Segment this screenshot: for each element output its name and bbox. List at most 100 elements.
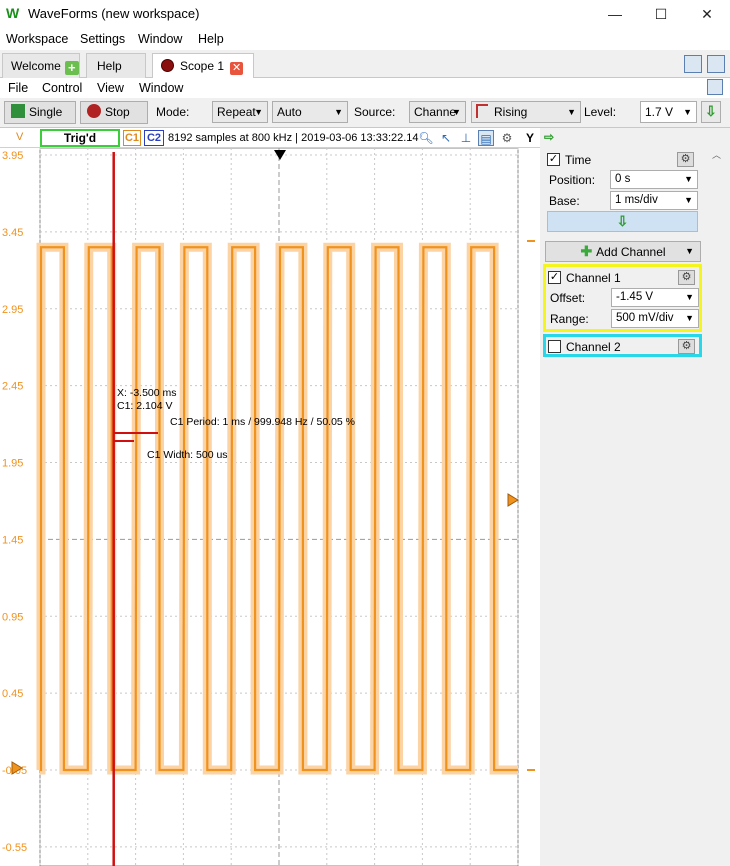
menu-settings[interactable]: Settings	[80, 32, 125, 46]
edge-select[interactable]: Rising ▼	[471, 101, 581, 123]
time-settings-gear-icon[interactable]: ⚙	[677, 152, 694, 167]
y-axis-button[interactable]: Y	[522, 130, 538, 146]
channel-1-panel: ✓ Channel 1 ⚙ Offset: -1.45 V ▼ Range: 50…	[543, 264, 702, 332]
acquisition-info: 8192 samples at 800 kHz | 2019-03-06 13:…	[168, 132, 419, 144]
base-value: 1 ms/div	[615, 194, 658, 206]
offset-value: -1.45 V	[616, 291, 654, 303]
channel-2-toggle[interactable]: C2	[144, 130, 164, 146]
settings-gear-icon[interactable]: ⚙	[499, 130, 515, 146]
position-label: Position:	[549, 173, 596, 187]
y-tick-label: -0.55	[2, 842, 27, 854]
layout-tabbed-icon[interactable]	[684, 55, 702, 73]
dock-icon[interactable]	[707, 79, 723, 95]
close-tab-icon[interactable]: ✕	[230, 62, 244, 75]
mode-value: Repeat	[217, 105, 256, 119]
oscilloscope-plot-svg[interactable]: 3.953.452.952.451.951.450.950.45-0.05-0.…	[0, 147, 540, 866]
single-acquisition-icon	[11, 104, 25, 118]
base-select[interactable]: 1 ms/div ▼	[610, 191, 698, 210]
scope-toolbar: Single Stop Mode: Repeat ▼ Auto ▼ Source: …	[0, 98, 730, 128]
range-value: 500 mV/div	[616, 312, 674, 324]
position-input[interactable]: 0 s ▼	[610, 170, 698, 189]
y-axis: 3.953.452.952.451.951.450.950.45-0.05-0.…	[2, 150, 27, 854]
measure-tool-icon[interactable]: ⊥	[458, 130, 474, 146]
stop-button[interactable]: Stop	[80, 101, 148, 124]
acquisition-status-bar: V Trig'd C1 C2 8192 samples at 800 kHz |…	[0, 128, 540, 148]
range-label: Range:	[550, 312, 589, 326]
cursor-x-readout: X: -3.500 ms	[117, 387, 177, 399]
menu-file[interactable]: File	[8, 81, 28, 95]
waveforms-logo-icon: W	[6, 5, 20, 21]
trigger-status: Trig'd	[40, 129, 120, 147]
channel-2-checkbox[interactable]	[548, 340, 561, 353]
single-button[interactable]: Single	[4, 101, 76, 124]
tab-help-label: Help	[97, 59, 122, 73]
y-tick-label: 3.45	[2, 227, 23, 239]
y-tick-label: 3.95	[2, 150, 23, 162]
main-menu: Workspace Settings Window Help	[0, 28, 730, 50]
display-mode-icon[interactable]: ▤	[478, 130, 494, 146]
level-input[interactable]: 1.7 V ▼	[640, 101, 697, 123]
add-channel-label: Add Channel	[596, 245, 666, 259]
menu-workspace[interactable]: Workspace	[6, 32, 68, 46]
range-select[interactable]: 500 mV/div ▼	[611, 309, 699, 328]
channel-1-toggle[interactable]: C1	[123, 130, 141, 146]
oscilloscope-plot[interactable]: 3.953.452.952.451.951.450.950.45-0.05-0.…	[0, 147, 540, 866]
maximize-button[interactable]: ☐	[638, 0, 684, 28]
window-title: WaveForms (new workspace)	[28, 6, 200, 21]
menu-window[interactable]: Window	[138, 32, 182, 46]
channel-1-label: Channel 1	[566, 271, 621, 285]
time-label: Time	[565, 153, 592, 167]
record-icon	[161, 59, 174, 72]
level-apply-button[interactable]: ⇩	[701, 101, 721, 123]
plus-icon: ✚	[580, 243, 593, 259]
add-channel-button[interactable]: ✚ Add Channel ▼	[545, 241, 701, 262]
y-tick-label: 2.95	[2, 304, 23, 316]
instrument-menu: File Control View Window	[0, 78, 730, 98]
close-window-button[interactable]: ✕	[684, 0, 730, 28]
minimize-button[interactable]: —	[592, 0, 638, 28]
menu-control[interactable]: Control	[42, 81, 82, 95]
scroll-up-icon[interactable]: ︿	[712, 148, 721, 161]
chevron-down-icon: ▼	[685, 292, 694, 302]
menu-help[interactable]: Help	[198, 32, 224, 46]
menu-view[interactable]: View	[97, 81, 124, 95]
settings-panel: ⇨ ︿	[540, 128, 730, 866]
layout-split-icon[interactable]	[707, 55, 725, 73]
y-tick-label: 1.95	[2, 458, 23, 470]
chevron-down-icon: ▼	[334, 107, 343, 117]
apply-time-button[interactable]: ⇩	[547, 211, 698, 232]
channel-2-settings-gear-icon[interactable]: ⚙	[678, 339, 695, 354]
chevron-down-icon: ▼	[452, 107, 461, 117]
tab-bar: Welcome + Help Scope 1 ✕	[0, 50, 730, 79]
tab-welcome[interactable]: Welcome +	[2, 53, 80, 78]
mode-label: Mode:	[156, 105, 190, 119]
channel-1-waveform	[36, 242, 518, 775]
chevron-down-icon: ▼	[254, 107, 263, 117]
y-tick-label: 2.45	[2, 381, 23, 393]
waveform-trace	[39, 246, 518, 772]
menu-instrument-window[interactable]: Window	[139, 81, 183, 95]
tab-help[interactable]: Help	[86, 53, 146, 78]
level-label: Level:	[584, 105, 617, 119]
time-checkbox[interactable]: ✓	[547, 153, 560, 166]
expand-panel-icon[interactable]: ⇨	[544, 130, 554, 144]
chevron-down-icon: ▼	[684, 174, 693, 184]
trigger-mode-select[interactable]: Auto ▼	[272, 101, 348, 123]
channel-1-checkbox[interactable]: ✓	[548, 271, 561, 284]
cursor-tool-icon[interactable]: ↖	[438, 130, 454, 146]
offset-input[interactable]: -1.45 V ▼	[611, 288, 699, 307]
channel-2-panel: Channel 2 ⚙	[543, 334, 702, 357]
mode-select[interactable]: Repeat ▼	[212, 101, 268, 123]
source-select[interactable]: Channe ▼	[409, 101, 466, 123]
single-label: Single	[29, 105, 63, 119]
tab-scope-1[interactable]: Scope 1 ✕	[152, 53, 254, 79]
channel-2-label: Channel 2	[566, 340, 621, 354]
stop-label: Stop	[105, 105, 130, 119]
chevron-down-icon: ▼	[685, 246, 694, 256]
y-tick-label: 0.95	[2, 611, 23, 623]
offset-label: Offset:	[550, 291, 586, 305]
time-panel: ✓ Time ⚙ Position: 0 s ▼ Base: 1 ms/div ▼ …	[543, 150, 702, 234]
zoom-icon[interactable]: 🔍︎	[418, 130, 434, 146]
channel-1-settings-gear-icon[interactable]: ⚙	[678, 270, 695, 285]
y-unit-label: V	[16, 131, 24, 143]
